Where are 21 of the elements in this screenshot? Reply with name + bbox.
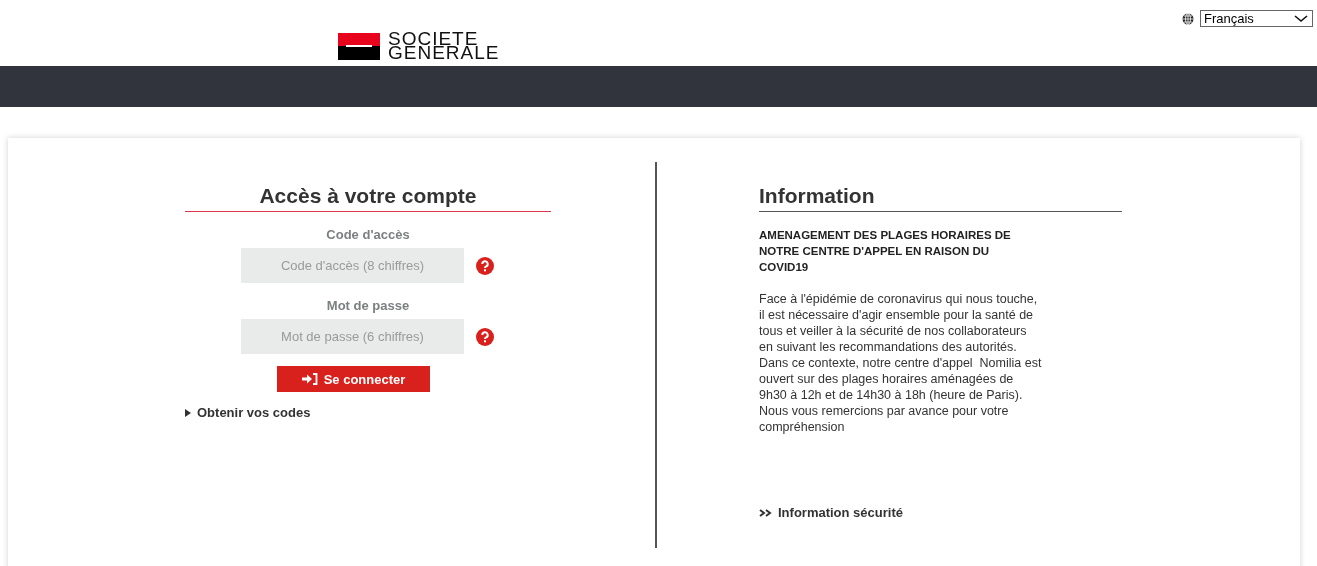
- information-headline: AMENAGEMENT DES PLAGES HORAIRES DE NOTRE CENTRE D'APPEL EN RAISON DU COVID19: [759, 228, 1012, 275]
- chevron-down-icon: [1294, 14, 1308, 23]
- field-label: Mot de passe: [325, 298, 411, 313]
- input-field[interactable]: Mot de passe (6 chiffres): [241, 319, 464, 354]
- globe-icon: [1182, 12, 1194, 25]
- field-label: Code d'accès: [325, 227, 411, 242]
- triangle-right-icon: [185, 408, 191, 417]
- logo-icon: [338, 32, 380, 60]
- information-text: Face à l'épidémie de coronavirus qui nous touche, il est nécessaire d'agir ensemble pour la santé de tous et veiller à la sécurité de nos collaborateurs en suivant les recommandations des autorités. Dans ce contexte, notre centre d'appel Nomilia est ouvert sur des plages horaires aménagées de 9h30 à 12h et de 14h30 à 18h (heure de Paris). Nous vous remercions par avance pour votre compréhension: [759, 291, 1043, 435]
- help-icon[interactable]: [476, 327, 494, 346]
- logo-text: SOCIETE GENERALE: [388, 32, 500, 60]
- information-title: Information: [759, 184, 1122, 212]
- login-button[interactable]: Se connecter: [277, 366, 430, 392]
- double-chevron-icon: [759, 508, 772, 517]
- sign-in-icon: [301, 373, 318, 385]
- security-link[interactable]: Information sécurité: [759, 505, 1122, 520]
- codes-link[interactable]: Obtenir vos codes: [185, 405, 311, 420]
- help-icon[interactable]: [476, 256, 494, 275]
- input-field[interactable]: Code d'accès (8 chiffres): [241, 248, 464, 283]
- language-select[interactable]: Français: [1200, 10, 1313, 27]
- login-title: Accès à votre compte: [185, 184, 551, 212]
